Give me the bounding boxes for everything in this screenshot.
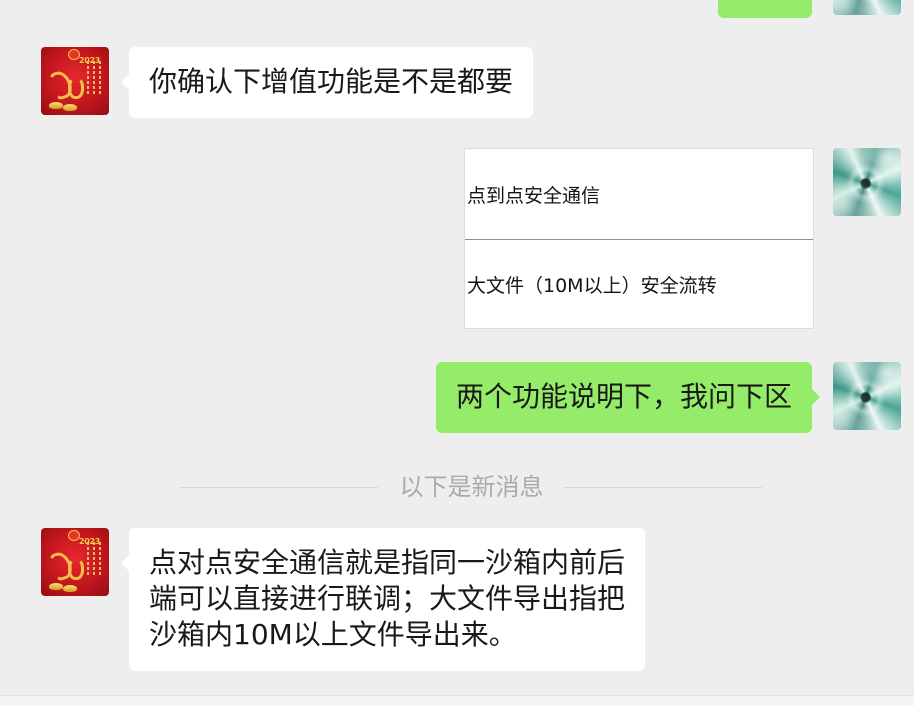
message-text-line: 沙箱内10M以上文件导出来。 [149, 618, 517, 651]
decorative-text-column [87, 61, 89, 95]
decorative-text-column [93, 542, 95, 576]
image-table-row: 大文件（10M以上）安全流转 [467, 274, 717, 297]
avatar-year-label: 2023 [79, 537, 101, 546]
contact-avatar[interactable]: 2023 [41, 528, 109, 596]
my-avatar[interactable] [833, 362, 901, 430]
avatar-year-label: 2023 [79, 56, 101, 65]
my-avatar[interactable] [833, 148, 901, 216]
message-text: 你确认下增值功能是不是都要 [149, 65, 514, 98]
message-bubble[interactable]: 你确认下增值功能是不是都要 [120, 47, 534, 118]
decorative-text-column [99, 61, 101, 95]
calligraphy-stroke [68, 558, 84, 580]
gold-ingot-icon [63, 585, 77, 592]
new-messages-divider: 以下是新消息 [179, 472, 762, 502]
message-text-line: 点对点安全通信就是指同一沙箱内前后 [149, 546, 626, 579]
message-bubble-clipped[interactable] [718, 0, 812, 18]
divider-line [179, 486, 378, 488]
divider-line [563, 486, 762, 488]
message-bubble[interactable]: 点对点安全通信就是指同一沙箱内前后 端可以直接进行联调；大文件导出指把 沙箱内1… [120, 528, 646, 671]
avatar-image [833, 148, 901, 216]
image-table-row: 点到点安全通信 [465, 149, 813, 240]
decorative-text-column [99, 542, 101, 576]
image-message[interactable]: 点到点安全通信 大文件（10M以上）安全流转 [464, 148, 814, 329]
divider-label: 以下是新消息 [399, 473, 544, 501]
avatar-image [833, 0, 901, 15]
contact-avatar[interactable]: 2023 [41, 47, 109, 115]
decorative-text-column [93, 61, 95, 95]
gold-ingot-icon [49, 583, 63, 590]
decorative-text-column [87, 542, 89, 576]
gold-ingot-icon [49, 102, 63, 109]
message-text-line: 端可以直接进行联调；大文件导出指把 [149, 582, 626, 615]
input-area-edge [0, 695, 914, 706]
calligraphy-stroke [68, 77, 84, 99]
message-text: 两个功能说明下，我问下区 [455, 380, 792, 413]
my-avatar[interactable] [833, 0, 901, 15]
avatar-image [833, 362, 901, 430]
gold-ingot-icon [63, 104, 77, 111]
message-bubble[interactable]: 两个功能说明下，我问下区 [435, 362, 821, 433]
